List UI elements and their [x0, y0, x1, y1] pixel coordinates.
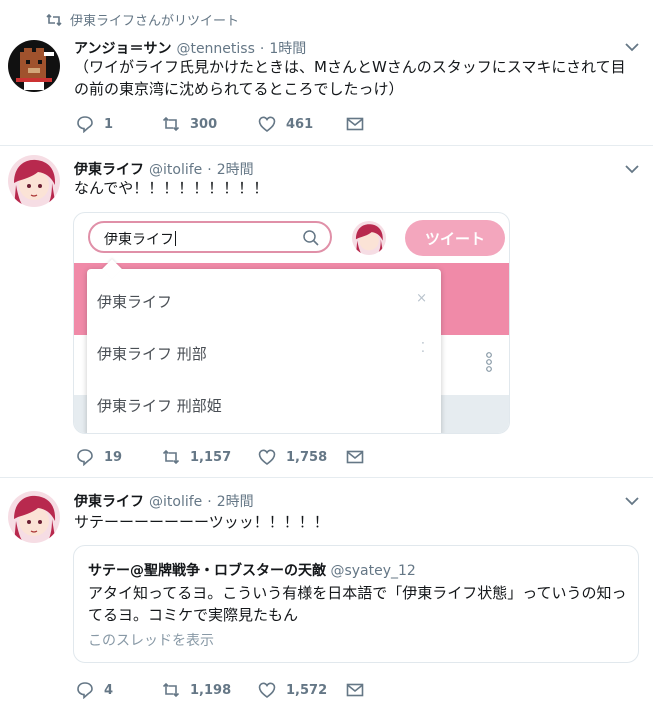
kebab-icon	[486, 352, 492, 372]
anime-avatar-image	[352, 221, 386, 255]
timestamp[interactable]: 1時間	[269, 38, 306, 58]
more-icon: ⁚	[420, 341, 425, 356]
remove-icon: ×	[416, 291, 427, 306]
user-handle[interactable]: @itolife	[149, 162, 202, 178]
tweet-text: サテーーーーーーーツッッ！！！！！	[74, 513, 329, 531]
tweet-header: 伊東ライフ @itolife · 2時間	[74, 159, 254, 179]
quoted-display-name: サテー@聖牌戦争・ロブスターの天敵	[88, 563, 326, 579]
display-name[interactable]: 伊東ライフ	[74, 491, 144, 511]
search-input[interactable]: 伊東ライフ	[88, 221, 332, 253]
reply-button[interactable]: 19	[76, 448, 162, 466]
quoted-tweet-text: アタイ知ってるヨ。こういう有様を日本語で「伊東ライフ状態」っていうの知ってるヨ。…	[88, 584, 627, 624]
message-button[interactable]	[346, 681, 364, 699]
retweet-icon	[162, 682, 180, 698]
chevron-down-icon[interactable]	[625, 496, 639, 506]
quoted-tweet[interactable]: サテー@聖牌戦争・ロブスターの天敵 @syatey_12 アタイ知ってるヨ。こう…	[73, 545, 639, 663]
like-count: 461	[286, 116, 314, 132]
user-handle[interactable]: @tennetiss	[176, 41, 254, 57]
reply-count: 4	[104, 682, 114, 698]
tweet-text: なんでや！！！！！！！！！	[74, 179, 269, 197]
message-button[interactable]	[346, 115, 364, 133]
attached-image[interactable]: 伊東ライフ ツイート 伊東ライフ × 伊東ライフ 刑部 ⁚ 伊東ライフ 刑部姫	[73, 212, 510, 434]
like-button[interactable]: 1,572	[258, 681, 346, 699]
retweet-button[interactable]: 1,198	[162, 681, 258, 699]
reply-count: 1	[104, 116, 114, 132]
reply-icon	[77, 682, 93, 699]
message-button[interactable]	[346, 448, 364, 466]
reply-button[interactable]: 1	[76, 115, 162, 133]
reply-icon	[77, 449, 93, 466]
like-icon	[258, 682, 276, 699]
chevron-down-icon[interactable]	[625, 42, 639, 52]
search-icon	[303, 230, 319, 246]
retweet-banner-text: 伊東ライフさんがリツイート	[70, 14, 240, 29]
tweet-actions: 1 300 461	[76, 115, 364, 133]
avatar[interactable]	[8, 40, 60, 92]
show-thread-link[interactable]: このスレッドを表示	[88, 630, 214, 650]
retweet-count: 1,157	[190, 449, 232, 465]
like-icon	[258, 449, 276, 466]
tweet-compose-button: ツイート	[405, 220, 505, 256]
quoted-user-handle: @syatey_12	[330, 563, 416, 579]
message-icon	[346, 117, 364, 131]
anime-avatar-image	[8, 491, 60, 543]
display-name[interactable]: アンジョ＝サン	[74, 38, 171, 58]
like-icon	[258, 116, 276, 133]
avatar[interactable]	[8, 491, 60, 543]
retweet-icon	[46, 13, 62, 26]
tweet-1[interactable]: 伊東ライフさんがリツイート アンジョ＝サン @tennetiss · 1時間 （…	[0, 0, 653, 146]
timestamp[interactable]: 2時間	[217, 159, 254, 179]
chevron-down-icon[interactable]	[625, 164, 639, 174]
timestamp[interactable]: 2時間	[217, 491, 254, 511]
quoted-tweet-header: サテー@聖牌戦争・ロブスターの天敵 @syatey_12	[88, 560, 416, 580]
separator-dot: ·	[207, 162, 212, 178]
tweet-text: （ワイがライフ氏見かけたときは、MさんとWさんのスタッフにスマキにされて目の前の…	[74, 58, 626, 98]
avatar	[352, 221, 386, 255]
suggestion-item: 伊東ライフ	[97, 293, 173, 311]
tweet-header: アンジョ＝サン @tennetiss · 1時間	[74, 38, 306, 58]
like-count: 1,572	[286, 682, 328, 698]
tweet-actions: 4 1,198 1,572	[76, 681, 364, 699]
separator-dot: ·	[207, 494, 212, 510]
like-button[interactable]: 1,758	[258, 448, 346, 466]
reply-icon	[77, 116, 93, 133]
search-value: 伊東ライフ	[104, 229, 176, 249]
retweet-button[interactable]: 1,157	[162, 448, 258, 466]
retweet-button[interactable]: 300	[162, 115, 258, 133]
like-count: 1,758	[286, 449, 328, 465]
retweet-count: 1,198	[190, 682, 232, 698]
like-button[interactable]: 461	[258, 115, 346, 133]
retweet-count: 300	[190, 116, 218, 132]
retweet-icon	[162, 116, 180, 132]
user-handle[interactable]: @itolife	[149, 494, 202, 510]
tweet-header: 伊東ライフ @itolife · 2時間	[74, 491, 254, 511]
reply-button[interactable]: 4	[76, 681, 162, 699]
anime-avatar-image	[8, 155, 60, 207]
retweet-icon	[162, 449, 180, 465]
display-name[interactable]: 伊東ライフ	[74, 159, 144, 179]
separator-dot: ·	[259, 41, 265, 57]
pixel-avatar-image	[8, 40, 60, 92]
suggestion-item: 伊東ライフ 刑部	[97, 345, 207, 363]
message-icon	[346, 450, 364, 464]
avatar[interactable]	[8, 155, 60, 207]
reply-count: 19	[104, 449, 123, 465]
suggestion-item: 伊東ライフ 刑部姫	[97, 397, 222, 415]
retweet-banner: 伊東ライフさんがリツイート	[46, 10, 239, 29]
tweet-actions: 19 1,157 1,758	[76, 448, 364, 466]
message-icon	[346, 683, 364, 697]
search-suggestions-dropdown: 伊東ライフ × 伊東ライフ 刑部 ⁚ 伊東ライフ 刑部姫	[87, 259, 441, 433]
